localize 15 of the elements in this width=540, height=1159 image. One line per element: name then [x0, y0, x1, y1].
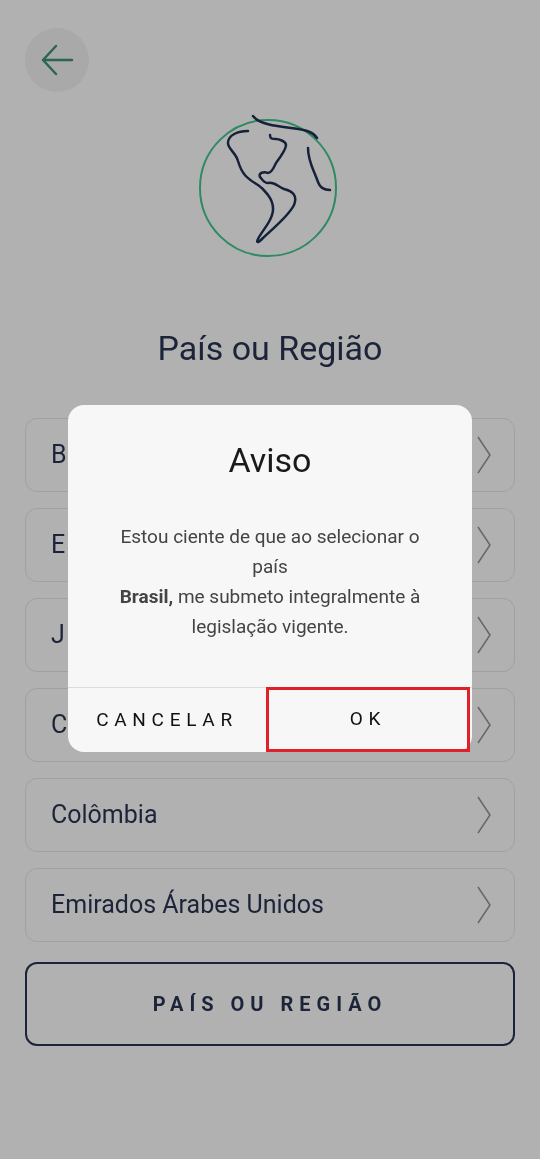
dialog-title: Aviso: [227, 439, 313, 482]
chevron-right-icon: [476, 885, 492, 925]
dialog-button[interactable]: OK: [266, 687, 470, 752]
chevron-right-icon: [476, 615, 492, 655]
page-title: País ou Região: [156, 327, 384, 370]
country-row[interactable]: Emirados Árabes Unidos: [25, 868, 515, 942]
chevron-right-icon: [476, 435, 492, 475]
chevron-right-icon: [476, 705, 492, 745]
back-arrow-icon: [40, 43, 74, 77]
chevron-right-icon: [476, 795, 492, 835]
country-region-button[interactable]: PAÍS OU REGIÃO: [25, 962, 515, 1046]
dialog-message: Estou ciente de que ao selecionar o país Brasil, me submeto integralmente à legislação vigente.: [118, 524, 422, 640]
country-row[interactable]: Colômbia: [25, 778, 515, 852]
chevron-right-icon: [476, 525, 492, 565]
dialog-button[interactable]: CANCELAR: [68, 688, 266, 752]
